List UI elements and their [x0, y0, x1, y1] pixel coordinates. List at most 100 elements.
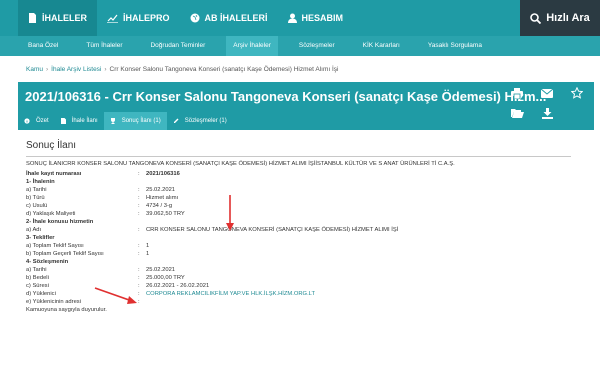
detail-row: d) Yüklenici: CORPORA REKLAMCILIKFİLM YAP…	[26, 290, 586, 298]
subnav-item[interactable]: Tüm İhaleler	[86, 36, 122, 56]
subnav-item[interactable]: Yasaklı Sorgulama	[428, 36, 482, 56]
contractor-link[interactable]: CORPORA REKLAMCILIKFİLM YAP.VE HLK.İLŞK.…	[146, 290, 315, 298]
main-nav: İHALELER İHALEPRO AB İHALELERİ HESABIM	[18, 0, 353, 36]
detail-label: b) Türü	[26, 195, 45, 201]
tab-2[interactable]: İhale İlanı	[55, 112, 104, 130]
detail-row: d) Yaklaşık Maliyeti:39.062,50 TRY	[26, 210, 586, 218]
tab-4[interactable]: Sözleşmeler (1)	[167, 112, 233, 130]
section-title: 2- İhale konusu hizmetin	[26, 219, 94, 225]
email-button[interactable]	[538, 86, 556, 100]
tab-label: Sözleşmeler (1)	[184, 118, 227, 124]
print-button[interactable]	[508, 86, 526, 100]
file-icon	[29, 13, 36, 23]
download-button[interactable]	[538, 106, 556, 120]
section-label: 2- İhale konusu hizmetin	[26, 218, 586, 226]
detail-label: b) Toplam Geçerli Teklif Sayısı	[26, 251, 104, 257]
detail-row: a) Toplam Teklif Sayısı:1	[26, 242, 586, 250]
detail-label: b) Bedeli	[26, 275, 49, 281]
detail-row: a) Adı: CRR KONSER SALONU TANGONEVA KONSE…	[26, 226, 586, 234]
detail-label: c) Süresi	[26, 283, 49, 289]
detail-value: CRR KONSER SALONU TANGONEVA KONSERİ (SAN…	[146, 227, 399, 233]
nav-ihaleler[interactable]: İHALELER	[18, 0, 97, 36]
detail-value: 4734 / 3-g	[146, 203, 173, 209]
detail-value: 25.000,00 TRY	[146, 275, 185, 281]
detail-colon: :	[138, 243, 140, 249]
detail-label: a) Toplam Teklif Sayısı	[26, 243, 84, 249]
detail-row: e) Yüklenicinin adresi:	[26, 298, 586, 306]
quick-search-button[interactable]: Hızlı Ara	[520, 0, 600, 36]
tab-3[interactable]: Sonuç İlanı (1)	[103, 112, 167, 130]
breadcrumb-archive-list[interactable]: İhale Arşiv Listesi	[51, 66, 101, 73]
globe-icon	[190, 13, 200, 23]
detail-value: 25.02.2021	[146, 267, 176, 273]
detail-colon: :	[138, 211, 140, 217]
nav-label: AB İHALELERİ	[204, 13, 268, 23]
subnav-item[interactable]: Sözleşmeler	[299, 36, 335, 56]
subnav-item[interactable]: Bana Özel	[28, 36, 58, 56]
detail-value: 1	[146, 243, 150, 249]
nav-ab-ihaleleri[interactable]: AB İHALELERİ	[180, 0, 278, 36]
nav-ihalepro[interactable]: İHALEPRO	[97, 0, 180, 36]
detail-value: 1	[146, 251, 150, 257]
subnav-item[interactable]: Doğrudan Teminler	[150, 36, 205, 56]
detail-colon: :	[138, 195, 140, 201]
detail-row: c) Süresi:26.02.2021 - 26.02.2021	[26, 282, 586, 290]
tender-tabs: Özet İhale İlanı Sonuç İlanı (1) Sözleşmele…	[18, 112, 233, 130]
section-title: 1- İhalenin	[26, 179, 55, 185]
detail-label: a) Adı	[26, 227, 42, 233]
result-notice: Sonuç İlanı SONUÇ İLANICRR KONSER SALONU…	[26, 140, 586, 314]
mail-icon	[541, 88, 553, 98]
detail-label: d) Yaklaşık Maliyeti	[26, 211, 76, 217]
detail-label: İhale kayıt numarası	[26, 171, 82, 177]
detail-colon: :	[138, 299, 140, 305]
detail-colon: :	[138, 171, 140, 177]
notice-details: İhale kayıt numarası:2021/106316 1- İhale…	[26, 170, 586, 314]
breadcrumb-current: Crr Konser Salonu Tangoneva Konseri (san…	[109, 66, 339, 73]
header-action-spacer	[568, 106, 586, 120]
nav-hesabim[interactable]: HESABIM	[278, 0, 354, 36]
sub-navbar: Bana Özel Tüm İhaleler Doğrudan Teminler Ar…	[0, 36, 600, 56]
detail-row: b) Bedeli:25.000,00 TRY	[26, 274, 586, 282]
nav-label: HESABIM	[301, 13, 344, 23]
notice-intro: SONUÇ İLANICRR KONSER SALONU TANGONEVA K…	[26, 161, 455, 167]
tab-label: İhale İlanı	[71, 118, 98, 124]
quick-search-label: Hızlı Ara	[546, 12, 590, 24]
subnav-item[interactable]: KİK Kararları	[363, 36, 400, 56]
detail-colon: :	[138, 267, 140, 273]
breadcrumb-separator: ›	[45, 66, 49, 73]
detail-row: b) Türü: Hizmet alımı	[26, 194, 586, 202]
user-icon	[287, 13, 297, 23]
subnav-item[interactable]: Arşiv İhaleler	[226, 36, 278, 56]
breadcrumb: Kamu › İhale Arşiv Listesi › Crr Konser …	[26, 66, 338, 73]
sub-nav: Bana Özel Tüm İhaleler Doğrudan Teminler Ar…	[0, 36, 600, 56]
detail-value: 26.02.2021 - 26.02.2021	[146, 283, 210, 289]
breadcrumb-separator: ›	[104, 66, 107, 73]
edit-icon	[173, 118, 182, 124]
open-folder-button[interactable]	[508, 106, 526, 120]
detail-colon: :	[138, 251, 140, 257]
tab-1[interactable]: Özet	[18, 112, 55, 130]
detail-colon: :	[138, 291, 140, 297]
detail-label: a) Tarihi	[26, 187, 47, 193]
breadcrumb-kamu[interactable]: Kamu	[26, 66, 43, 73]
favorite-button[interactable]	[568, 86, 586, 100]
download-icon	[541, 107, 553, 119]
folder-open-icon	[510, 109, 524, 118]
detail-label: c) Usulü	[26, 203, 48, 209]
nav-label: İHALEPRO	[123, 13, 170, 23]
divider	[26, 156, 571, 157]
section-label: 3- Teklifler	[26, 234, 586, 242]
detail-value: 25.02.2021	[146, 187, 176, 193]
detail-colon: :	[138, 203, 140, 209]
nav-label: İHALELER	[42, 13, 87, 23]
section-title: 4- Sözleşmenin	[26, 259, 69, 265]
search-icon	[530, 12, 542, 24]
detail-value: 39.062,50 TRY	[146, 211, 185, 217]
section-label: 4- Sözleşmenin	[26, 258, 586, 266]
detail-row: İhale kayıt numarası:2021/106316	[26, 170, 586, 178]
section-heading: Sonuç İlanı	[26, 140, 77, 151]
detail-row: a) Tarihi:25.02.2021	[26, 186, 586, 194]
detail-colon: :	[138, 275, 140, 281]
detail-label: d) Yüklenici	[26, 291, 56, 297]
section-title: 3- Teklifler	[26, 235, 55, 241]
